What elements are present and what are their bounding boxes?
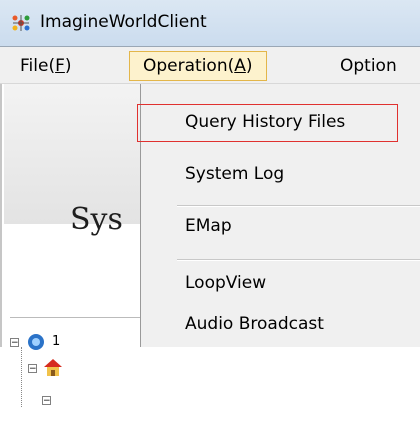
window-title: ImagineWorldClient [40, 12, 207, 32]
menu-operation-close: ) [245, 56, 253, 76]
title-bar: ImagineWorldClient [0, 0, 420, 46]
app-icon [12, 15, 30, 31]
menu-item-audio-broadcast[interactable]: Audio Broadcast [185, 313, 324, 335]
left-panel: Sys − 1 − − [0, 84, 142, 407]
tree-collapse-icon[interactable]: − [28, 364, 37, 374]
tree-collapse-icon[interactable]: − [10, 338, 19, 348]
menu-file[interactable]: File(F) [8, 51, 84, 81]
menu-item-system-log[interactable]: System Log [185, 163, 284, 185]
banner: Sys [4, 84, 142, 237]
menu-file-close: ) [64, 56, 72, 76]
menu-item-loopview[interactable]: LoopView [185, 272, 266, 294]
menu-operation-accel: A [234, 56, 246, 76]
menu-options[interactable]: Option [328, 51, 409, 81]
menu-operation[interactable]: Operation(A) [129, 51, 267, 81]
tree-collapse-icon[interactable]: − [42, 396, 51, 406]
menu-file-label: File( [20, 56, 56, 76]
device-tree: − 1 − − [10, 317, 140, 432]
menu-options-label: Option [340, 56, 397, 76]
house-icon[interactable] [42, 356, 64, 378]
highlight-box [137, 104, 398, 142]
menu-operation-label: Operation( [143, 56, 235, 76]
menu-separator [177, 259, 420, 261]
menu-item-emap[interactable]: EMap [185, 215, 232, 237]
network-icon [28, 334, 44, 350]
tree-connector [21, 347, 23, 407]
menu-bar: File(F) Operation(A) Option [0, 46, 420, 84]
menu-file-accel: F [55, 56, 65, 76]
banner-text: Sys [70, 202, 123, 237]
menu-separator [177, 205, 420, 207]
